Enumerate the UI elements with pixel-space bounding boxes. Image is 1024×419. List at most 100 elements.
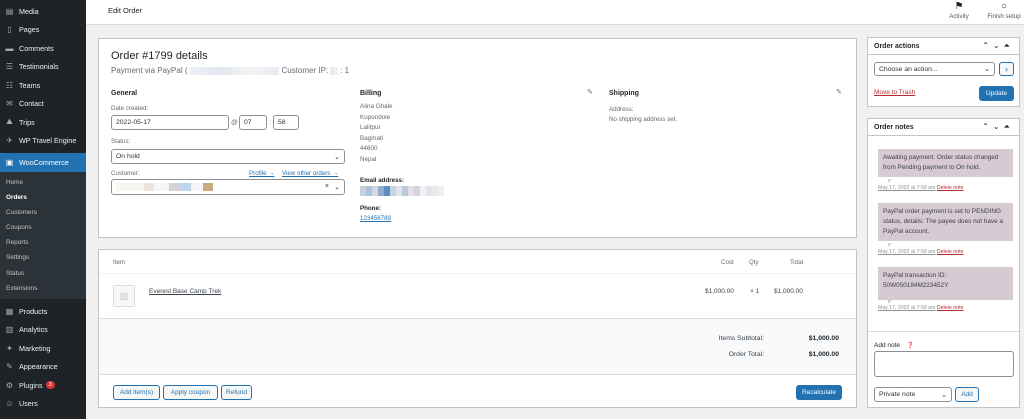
flag-icon: ⚑: [954, 1, 964, 12]
sidebar-item-products[interactable]: ▦ Products: [0, 302, 86, 321]
profile-link[interactable]: Profile →: [249, 170, 274, 177]
sidebar-item-marketing[interactable]: ✦ Marketing: [0, 339, 86, 358]
teams-icon: ☷: [5, 80, 14, 90]
comments-icon: ▬: [5, 43, 14, 53]
note-type-select[interactable]: Private note ⌄: [874, 387, 952, 402]
submenu-item-orders[interactable]: Orders: [0, 190, 86, 205]
refund-button[interactable]: Refund: [221, 385, 252, 400]
image-placeholder-icon: ▨: [113, 285, 135, 307]
order-note: PayPal order payment is set to PENDING s…: [878, 203, 1013, 241]
shipping-address-label: Address:: [609, 106, 634, 113]
trips-icon: ⛰: [6, 117, 13, 127]
shipping-heading: Shipping: [609, 90, 639, 97]
sidebar-item-label: Media: [19, 6, 39, 16]
sidebar-item-label: Comments: [19, 43, 54, 53]
sidebar-item-pages[interactable]: ▯ Pages: [0, 21, 86, 40]
item-total: $1,000.00: [774, 288, 803, 295]
sidebar-item-media[interactable]: ▤ Media: [0, 2, 86, 21]
sidebar-item-plugins[interactable]: ⚙ Plugins 3: [0, 376, 86, 395]
sidebar-item-testimonials[interactable]: ☰ Testimonials: [0, 58, 86, 77]
note-meta: May 17, 2022 at 7:58 am Delete note: [878, 185, 964, 191]
sidebar-item-appearance[interactable]: ✎ Appearance: [0, 358, 86, 377]
subtotal-label: Items Subtotal:: [718, 335, 764, 342]
date-created-input[interactable]: 2022-05-17: [111, 115, 229, 130]
payment-info: Payment via PayPal ( Customer IP: : 1: [111, 66, 350, 75]
redacted-block: [189, 66, 280, 75]
billing-address-line: Bagmati: [360, 134, 384, 142]
finish-setup-button[interactable]: ○ Finish setup: [984, 1, 1024, 20]
order-title: Order #1799 details: [111, 50, 208, 62]
phone-link[interactable]: 123456789: [360, 215, 391, 222]
travel-engine-icon: ✈: [6, 136, 13, 146]
sidebar-item-teams[interactable]: ☷ Teams: [0, 76, 86, 95]
add-note-label: Add note ❓: [874, 342, 915, 349]
pencil-icon[interactable]: ✎: [587, 88, 593, 96]
delete-note-link[interactable]: Delete note: [937, 305, 964, 311]
add-note-button[interactable]: Add: [955, 387, 979, 402]
submenu-item-home[interactable]: Home: [0, 175, 86, 190]
table-row: ▨ Everest Base Camp Trek $1,000.00 × 1 $…: [99, 274, 856, 319]
submenu-item-reports[interactable]: Reports: [0, 235, 86, 250]
marketing-icon: ✦: [6, 343, 13, 353]
customer-select[interactable]: × ⌄: [111, 179, 345, 195]
order-data-panel: Order #1799 details Payment via PayPal (…: [98, 38, 857, 238]
contact-icon: ✉: [6, 99, 13, 109]
sidebar-item-label: Analytics: [19, 325, 48, 335]
page-title: Edit Order: [108, 6, 143, 15]
sidebar-item-contact[interactable]: ✉ Contact: [0, 95, 86, 114]
delete-note-link[interactable]: Delete note: [937, 249, 964, 255]
minute-input[interactable]: 58: [273, 115, 299, 130]
submenu-item-settings[interactable]: Settings: [0, 250, 86, 265]
pencil-icon[interactable]: ✎: [836, 88, 842, 96]
add-items-button[interactable]: Add item(s): [113, 385, 160, 400]
testimonials-icon: ☰: [5, 62, 14, 72]
chevron-down-icon: ⌄: [334, 184, 340, 191]
sidebar-item-trips[interactable]: ⛰ Trips: [0, 113, 86, 132]
top-bar: Edit Order ⚑ Activity ○ Finish setup: [86, 0, 1024, 25]
hour-input[interactable]: 07: [239, 115, 267, 130]
billing-address-line: 44600: [360, 145, 378, 152]
move-to-trash-link[interactable]: Move to Trash: [874, 89, 915, 96]
billing-address-line: Lalitpur: [360, 124, 381, 131]
view-other-orders-link[interactable]: View other orders →: [282, 170, 338, 177]
item-qty: × 1: [750, 288, 760, 295]
box-controls[interactable]: ⌃⌄⏶: [982, 41, 1014, 51]
sidebar-item-label: Trips: [19, 117, 35, 127]
customer-label: Customer:: [111, 170, 140, 177]
apply-coupon-button[interactable]: Apply coupon: [163, 385, 218, 400]
billing-address-line: Nepal: [360, 155, 377, 163]
item-name-link[interactable]: Everest Base Camp Trek: [149, 288, 221, 295]
submenu-item-status[interactable]: Status: [0, 266, 86, 281]
redacted-block: [360, 186, 444, 196]
chevron-down-icon: ⌄: [941, 391, 947, 399]
add-note-textarea[interactable]: [874, 351, 1014, 377]
sidebar-item-wp-travel-engine[interactable]: ✈ WP Travel Engine: [0, 132, 86, 151]
update-button[interactable]: Update: [979, 86, 1014, 101]
status-select[interactable]: On hold ⌄: [111, 149, 345, 164]
billing-address: Alina Ghale Kupondole Lalitpur Bagmati 44600…: [360, 102, 393, 165]
sidebar-item-label: Products: [19, 306, 48, 316]
general-heading: General: [111, 90, 138, 97]
sidebar-item-comments[interactable]: ▬ Comments: [0, 39, 86, 58]
box-controls[interactable]: ⌃⌄⏶: [982, 122, 1014, 132]
order-action-select[interactable]: Choose an action... ⌄: [874, 62, 995, 76]
apply-action-button[interactable]: ›: [999, 62, 1014, 76]
items-header: Item Cost Qty Total: [99, 250, 856, 274]
redacted-block: [116, 183, 213, 191]
sidebar-item-label: Pages: [19, 25, 40, 35]
order-items-panel: Item Cost Qty Total ▨ Everest Base Camp …: [98, 249, 857, 408]
submenu-item-customers[interactable]: Customers: [0, 205, 86, 220]
delete-note-link[interactable]: Delete note: [937, 185, 964, 191]
sidebar-item-users[interactable]: ☺ Users: [0, 395, 86, 414]
clear-icon[interactable]: ×: [325, 183, 329, 190]
sidebar-item-woocommerce[interactable]: ▣ WooCommerce: [0, 153, 86, 172]
subtotal-value: $1,000.00: [808, 335, 839, 342]
activity-button[interactable]: ⚑ Activity: [944, 1, 974, 20]
plugins-icon: ⚙: [5, 380, 14, 390]
submenu-item-coupons[interactable]: Coupons: [0, 220, 86, 235]
help-icon[interactable]: ❓: [907, 343, 914, 349]
recalculate-button[interactable]: Recalculate: [796, 385, 842, 400]
sidebar-item-analytics[interactable]: ▥ Analytics: [0, 321, 86, 340]
submenu-item-extensions[interactable]: Extensions: [0, 281, 86, 296]
pages-icon: ▯: [7, 25, 12, 35]
